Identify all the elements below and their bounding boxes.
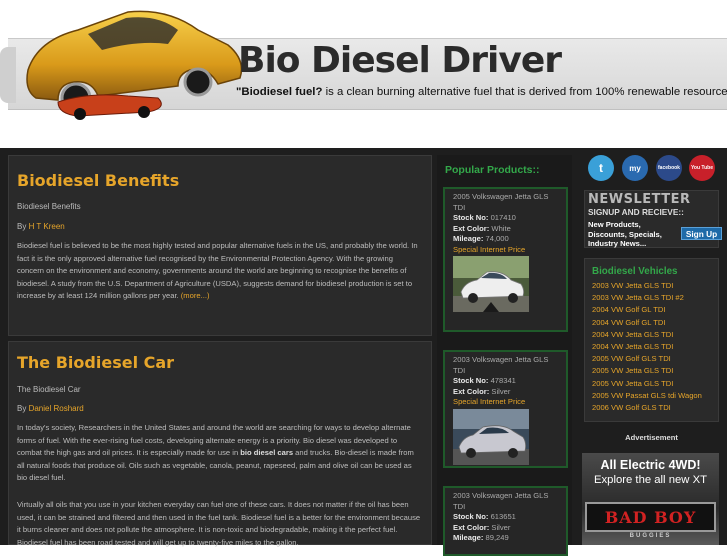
vehicle-link[interactable]: 2004 VW Golf GL TDI	[592, 304, 702, 316]
article-body: In today's society, Researchers in the U…	[17, 422, 421, 485]
signup-button[interactable]: Sign Up	[681, 227, 722, 240]
color-value: White	[489, 223, 511, 233]
article-body-text: Biodiesel fuel is believed to be the mos…	[17, 241, 418, 301]
vehicle-link[interactable]: 2004 VW Golf GL TDI	[592, 317, 702, 329]
article-subtitle: Biodiesel Benefits	[17, 202, 81, 211]
vehicles-list: 2003 VW Jetta GLS TDI 2003 VW Jetta GLS …	[592, 280, 702, 414]
product-color: Ext Color: Silver	[453, 523, 558, 534]
right-sidebar: t my facebook You Tube NEWSLETTER SIGNUP…	[576, 148, 727, 545]
product-card[interactable]: 2003 Volkswagen Jetta GLS TDI Stock No: …	[443, 486, 568, 556]
vehicle-link[interactable]: 2005 VW Jetta GLS TDI	[592, 378, 702, 390]
product-card[interactable]: 2003 Volkswagen Jetta GLS TDI Stock No: …	[443, 350, 568, 468]
color-value: Silver	[489, 386, 511, 396]
newsletter-line: Industry News...	[588, 239, 647, 248]
vehicle-link[interactable]: 2005 VW Jetta GLS TDI	[592, 365, 702, 377]
ad-subline: Explore the all new XT	[593, 474, 708, 486]
vehicle-link[interactable]: 2004 VW Jetta GLS TDI	[592, 341, 702, 353]
ad-headline: All Electric 4WD!	[600, 458, 701, 472]
stock-label: Stock No:	[453, 512, 489, 521]
page-body: Biodiesel Benefits Biodiesel Benefits By…	[0, 148, 727, 556]
mileage-value: 74,000	[483, 234, 509, 243]
vehicle-link[interactable]: 2005 VW Golf GLS TDI	[592, 353, 702, 365]
stock-label: Stock No:	[453, 213, 489, 222]
vehicle-link[interactable]: 2003 VW Jetta GLS TDI #2	[592, 292, 702, 304]
article-body: Biodiesel fuel is believed to be the mos…	[17, 240, 421, 303]
color-label: Ext Color:	[453, 223, 490, 233]
vehicle-link[interactable]: 2005 VW Passat GLS tdi Wagon	[592, 390, 702, 402]
article-title[interactable]: Biodiesel Benefits	[17, 171, 179, 190]
tagline-text: is a clean burning alternative fuel that…	[322, 86, 727, 98]
youtube-icon[interactable]: You Tube	[689, 155, 715, 181]
product-mileage: Mileage: 89,249	[453, 533, 558, 544]
facebook-icon[interactable]: facebook	[656, 155, 682, 181]
ad-logo: BAD BOY	[585, 502, 716, 532]
vehicles-title: Biodiesel Vehicles	[592, 266, 678, 277]
article-byline: By H T Kreen	[17, 222, 65, 231]
newsletter-box: NEWSLETTER SIGNUP AND RECIEVE:: New Prod…	[584, 190, 722, 249]
author-link[interactable]: H T Kreen	[29, 222, 65, 231]
stock-value: 478341	[488, 376, 516, 385]
product-stock: Stock No: 478341	[453, 376, 558, 387]
advertisement-banner[interactable]: All Electric 4WD! Explore the all new XT…	[582, 453, 719, 545]
article-title[interactable]: The Biodiesel Car	[17, 353, 174, 372]
newsletter-line: Discounts, Specials,	[588, 229, 662, 239]
popular-products-column: Popular Products:: 2005 Volkswagen Jetta…	[437, 155, 572, 556]
product-name[interactable]: 2003 Volkswagen Jetta GLS TDI	[453, 491, 558, 512]
color-value: Silver	[489, 522, 511, 532]
article-body: Virtually all oils that you use in your …	[17, 500, 421, 547]
article-card: Biodiesel Benefits Biodiesel Benefits By…	[8, 155, 432, 336]
car-photo-icon[interactable]	[453, 256, 529, 312]
mileage-label: Mileage:	[453, 533, 484, 542]
vehicle-link[interactable]: 2006 VW Golf GLS TDI	[592, 402, 702, 414]
product-price[interactable]: Special Internet Price	[453, 245, 558, 256]
myspace-icon[interactable]: my	[622, 155, 648, 181]
product-name[interactable]: 2005 Volkswagen Jetta GLS TDI	[453, 192, 558, 213]
product-mileage: Mileage: 74,000	[453, 234, 558, 245]
tagline: "Biodiesel fuel? is a clean burning alte…	[236, 86, 727, 98]
newsletter-line: New Products,	[588, 220, 641, 229]
author-link[interactable]: Daniel Roshard	[29, 404, 84, 413]
more-link[interactable]: (more...)	[181, 291, 210, 300]
tagline-bold: "Biodiesel fuel?	[236, 86, 323, 98]
site-title[interactable]: Bio Diesel Driver	[238, 40, 562, 81]
ad-logo-sub: BUGGIES	[629, 533, 672, 539]
stock-label: Stock No:	[453, 376, 489, 385]
color-label: Ext Color:	[453, 522, 490, 532]
mileage-label: Mileage:	[453, 234, 484, 243]
advertisement-label: Advertisement	[625, 433, 678, 442]
vehicle-link[interactable]: 2004 VW Jetta GLS TDI	[592, 329, 702, 341]
vehicle-link[interactable]: 2003 VW Jetta GLS TDI	[592, 280, 702, 292]
product-stock: Stock No: 017410	[453, 213, 558, 224]
car-photo-icon[interactable]	[453, 408, 529, 465]
color-label: Ext Color:	[453, 386, 490, 396]
article-card: The Biodiesel Car The Biodiesel Car By D…	[8, 341, 432, 547]
bold-term: bio diesel cars	[240, 448, 294, 458]
newsletter-title: NEWSLETTER	[588, 192, 691, 207]
byline-label: By	[17, 404, 29, 413]
article-subtitle: The Biodiesel Car	[17, 385, 81, 394]
stock-value: 017410	[488, 213, 516, 222]
vehicles-box: Biodiesel Vehicles 2003 VW Jetta GLS TDI…	[584, 258, 719, 422]
newsletter-benefits: New Products, Discounts, Specials, Indus…	[588, 220, 662, 249]
mileage-value: 89,249	[483, 533, 509, 542]
product-stock: Stock No: 613651	[453, 512, 558, 523]
product-price[interactable]: Special Internet Price	[453, 397, 558, 408]
product-color: Ext Color: Silver	[453, 387, 558, 398]
product-name[interactable]: 2003 Volkswagen Jetta GLS TDI	[453, 355, 558, 376]
twitter-icon[interactable]: t	[588, 155, 614, 181]
popular-heading: Popular Products::	[445, 164, 540, 176]
product-card[interactable]: 2005 Volkswagen Jetta GLS TDI Stock No: …	[443, 187, 568, 332]
site-header: Bio Diesel Driver "Biodiesel fuel? is a …	[0, 0, 727, 148]
newsletter-subtitle: SIGNUP AND RECIEVE::	[588, 207, 684, 217]
car-logo-icon	[26, 10, 243, 120]
stock-value: 613651	[488, 512, 516, 521]
byline-label: By	[17, 222, 29, 231]
article-byline: By Daniel Roshard	[17, 404, 84, 413]
product-color: Ext Color: White	[453, 224, 558, 235]
